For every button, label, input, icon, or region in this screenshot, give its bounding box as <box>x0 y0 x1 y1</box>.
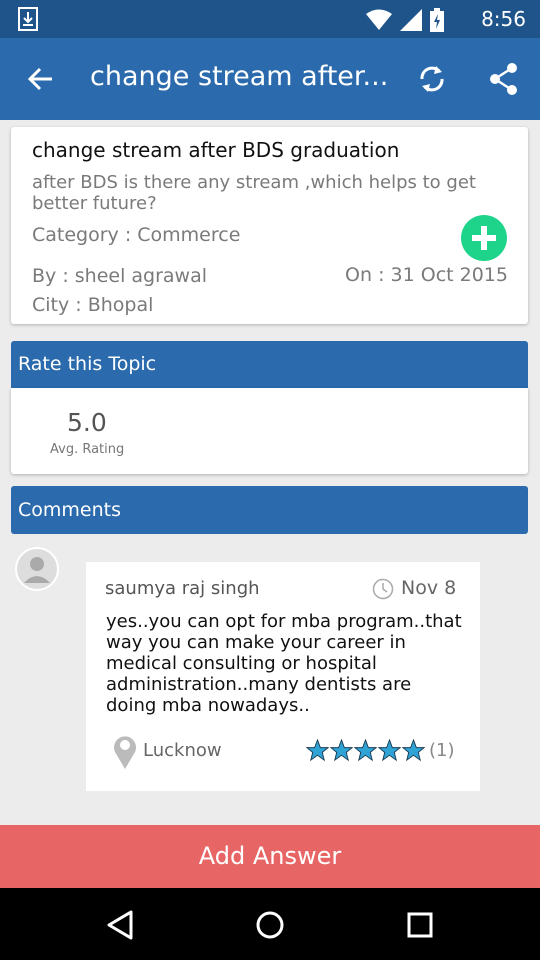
wifi-icon <box>366 9 392 30</box>
comment-author[interactable]: saumya raj singh <box>105 578 260 599</box>
location-pin-icon <box>114 736 136 769</box>
status-bar: 8:56 <box>0 0 540 38</box>
avg-rating-value: 5.0 <box>67 408 107 437</box>
question-title: change stream after BDS graduation <box>32 138 400 162</box>
user-placeholder-icon <box>24 557 50 583</box>
app-bar: change stream after... <box>0 38 540 120</box>
question-card: change stream after BDS graduation after… <box>11 127 528 324</box>
comment-card: saumya raj singh Nov 8 yes..you can opt … <box>86 562 480 791</box>
add-answer-button[interactable]: Add Answer <box>0 825 540 888</box>
back-arrow-icon[interactable] <box>26 64 56 94</box>
question-author: By : sheel agrawal <box>32 265 208 287</box>
battery-charging-icon <box>430 8 444 32</box>
star-icon <box>306 739 329 762</box>
rating-count: (1) <box>429 740 455 761</box>
system-nav-bar <box>0 888 540 960</box>
star-rating[interactable] <box>306 739 425 762</box>
avg-rating-label: Avg. Rating <box>50 442 125 457</box>
share-icon[interactable] <box>488 62 520 96</box>
comment-date: Nov 8 <box>401 577 457 599</box>
refresh-icon[interactable] <box>416 62 448 96</box>
star-icon <box>354 739 377 762</box>
plus-circle-icon <box>472 226 496 250</box>
star-icon <box>378 739 401 762</box>
page-title: change stream after... <box>90 61 389 92</box>
avatar[interactable] <box>15 547 59 591</box>
rate-topic-header[interactable]: Rate this Topic <box>11 341 528 388</box>
status-time: 8:56 <box>481 7 526 31</box>
star-icon <box>330 739 353 762</box>
comments-header: Comments <box>11 486 528 534</box>
clock-icon <box>372 578 394 600</box>
question-city: City : Bhopal <box>32 294 154 316</box>
nav-back-icon[interactable] <box>103 908 137 942</box>
nav-recents-icon[interactable] <box>403 908 437 942</box>
star-icon <box>402 739 425 762</box>
nav-home-icon[interactable] <box>253 908 287 942</box>
comment-city: Lucknow <box>143 740 222 761</box>
cell-signal-icon <box>400 9 422 31</box>
comment-text: yes..you can opt for mba program..that w… <box>106 611 462 716</box>
add-button[interactable] <box>461 215 507 261</box>
rating-card: 5.0 Avg. Rating <box>11 388 528 474</box>
question-date: On : 31 Oct 2015 <box>345 264 508 286</box>
download-icon <box>18 7 38 31</box>
question-category: Category : Commerce <box>32 224 241 246</box>
question-body: after BDS is there any stream ,which hel… <box>32 172 476 214</box>
